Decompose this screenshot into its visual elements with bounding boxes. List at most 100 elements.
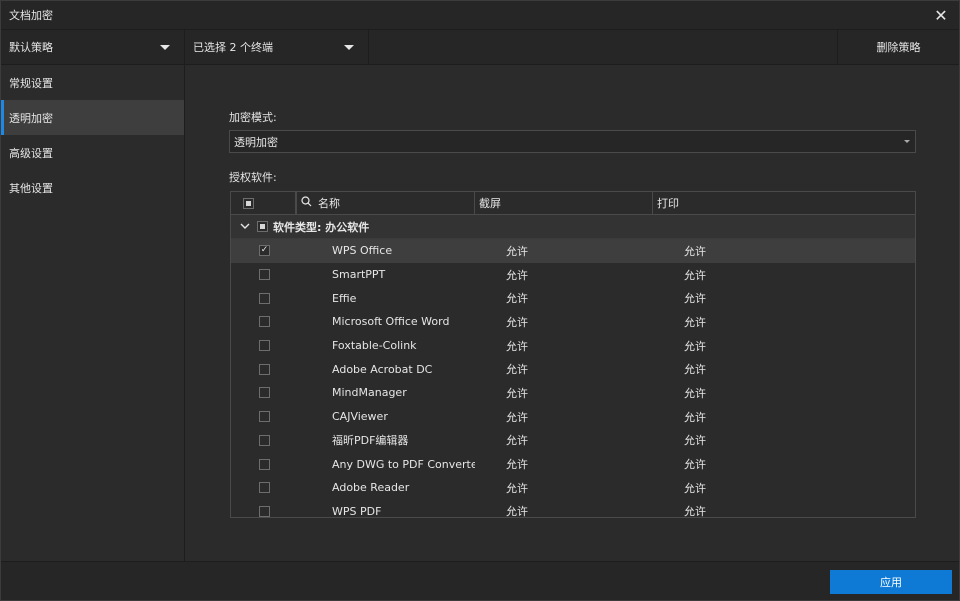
screenshot-permission[interactable]: 允许 bbox=[475, 290, 653, 306]
table-row[interactable]: WPS PDF 允许 允许 bbox=[231, 500, 915, 518]
table-row[interactable]: MindManager 允许 允许 bbox=[231, 381, 915, 405]
group-row-office[interactable]: 软件类型: 办公软件 bbox=[231, 215, 915, 239]
row-checkbox[interactable] bbox=[259, 269, 270, 281]
software-name: Adobe Reader bbox=[332, 481, 410, 495]
caret-down-icon bbox=[160, 45, 170, 50]
table-row[interactable]: SmartPPT 允许 允许 bbox=[231, 263, 915, 287]
sidebar-item-transparent-encryption[interactable]: 透明加密 bbox=[1, 100, 184, 135]
sidebar: 常规设置 透明加密 高级设置 其他设置 bbox=[1, 65, 185, 561]
apply-button[interactable]: 应用 bbox=[830, 570, 952, 594]
title-bar: 文档加密 ✕ bbox=[1, 1, 959, 29]
screenshot-permission[interactable]: 允许 bbox=[475, 243, 653, 259]
print-permission[interactable]: 允许 bbox=[653, 409, 915, 425]
sidebar-item-other[interactable]: 其他设置 bbox=[1, 170, 184, 205]
row-check-cell bbox=[231, 505, 297, 517]
row-check-cell bbox=[231, 292, 297, 304]
table-header: 名称 截屏 打印 bbox=[231, 192, 915, 215]
header-screenshot[interactable]: 截屏 bbox=[475, 192, 653, 214]
row-checkbox[interactable] bbox=[259, 387, 270, 399]
screenshot-permission[interactable]: 允许 bbox=[475, 456, 653, 472]
table-row[interactable]: Any DWG to PDF Converter 允许 允许 bbox=[231, 452, 915, 476]
table-row[interactable]: Adobe Reader 允许 允许 bbox=[231, 476, 915, 500]
table-body: WPS Office允许允许SmartPPT允许允许Effie允许允许Micro… bbox=[231, 239, 915, 518]
policy-dropdown[interactable]: 默认策略 bbox=[1, 30, 185, 64]
print-permission[interactable]: 允许 bbox=[653, 432, 915, 448]
close-glyph: ✕ bbox=[934, 5, 948, 25]
sidebar-item-advanced[interactable]: 高级设置 bbox=[1, 135, 184, 170]
close-icon[interactable]: ✕ bbox=[931, 5, 951, 25]
screenshot-permission[interactable]: 允许 bbox=[475, 267, 653, 283]
sidebar-item-label: 高级设置 bbox=[9, 146, 53, 160]
print-permission[interactable]: 允许 bbox=[653, 503, 915, 517]
table-row[interactable]: Foxtable-Colink 允许 允许 bbox=[231, 334, 915, 358]
table-row[interactable]: WPS Office 允许允许 bbox=[231, 239, 915, 263]
header-spacer-cell bbox=[266, 192, 296, 214]
encryption-mode-label: 加密模式: bbox=[229, 111, 277, 124]
toolbar: 默认策略 已选择 2 个终端 删除策略 bbox=[1, 29, 959, 65]
row-checkbox[interactable] bbox=[259, 434, 270, 446]
table-row[interactable]: Effie 允许 允许 bbox=[231, 286, 915, 310]
print-permission[interactable]: 允许 bbox=[653, 290, 915, 306]
row-checkbox[interactable] bbox=[259, 245, 270, 257]
toolbar-spacer bbox=[369, 30, 838, 64]
caret-down-icon bbox=[344, 45, 354, 50]
table-row[interactable]: Microsoft Office Word 允许 允许 bbox=[231, 310, 915, 334]
print-permission[interactable]: 允许 bbox=[653, 267, 915, 283]
print-permission[interactable]: 允许 bbox=[653, 338, 915, 354]
software-name: Foxtable-Colink bbox=[332, 339, 417, 353]
sidebar-item-label: 常规设置 bbox=[9, 76, 53, 90]
screenshot-permission[interactable]: 允许 bbox=[475, 314, 653, 330]
header-name[interactable]: 名称 bbox=[297, 192, 475, 214]
screenshot-permission[interactable]: 允许 bbox=[475, 432, 653, 448]
terminal-dropdown[interactable]: 已选择 2 个终端 bbox=[185, 30, 369, 64]
software-name: Effie bbox=[332, 291, 357, 305]
header-screenshot-label: 截屏 bbox=[479, 197, 501, 210]
screenshot-permission[interactable]: 允许 bbox=[475, 503, 653, 517]
table-row[interactable]: Adobe Acrobat DC 允许 允许 bbox=[231, 357, 915, 381]
row-checkbox[interactable] bbox=[259, 363, 270, 375]
chevron-down-icon[interactable] bbox=[235, 223, 255, 230]
software-name: CAJViewer bbox=[332, 410, 388, 424]
software-name: Adobe Acrobat DC bbox=[332, 362, 433, 376]
search-icon[interactable] bbox=[301, 196, 312, 210]
table-row[interactable]: 福昕PDF编辑器 允许 允许 bbox=[231, 429, 915, 453]
delete-policy-button[interactable]: 删除策略 bbox=[838, 30, 959, 64]
footer: 应用 bbox=[1, 561, 959, 600]
screenshot-permission[interactable]: 允许 bbox=[475, 409, 653, 425]
screenshot-permission[interactable]: 允许 bbox=[475, 385, 653, 401]
print-permission[interactable]: 允许 bbox=[653, 243, 915, 259]
header-name-label: 名称 bbox=[318, 197, 340, 210]
row-checkbox[interactable] bbox=[259, 482, 270, 494]
print-permission[interactable]: 允许 bbox=[653, 314, 915, 330]
apply-button-label: 应用 bbox=[880, 576, 902, 589]
row-checkbox[interactable] bbox=[259, 340, 270, 352]
sidebar-item-general[interactable]: 常规设置 bbox=[1, 65, 184, 100]
row-checkbox[interactable] bbox=[259, 316, 270, 328]
software-name: SmartPPT bbox=[332, 268, 386, 282]
software-name: WPS PDF bbox=[332, 504, 382, 518]
row-checkbox[interactable] bbox=[259, 292, 270, 304]
print-permission[interactable]: 允许 bbox=[653, 480, 915, 496]
row-check-cell bbox=[231, 434, 297, 446]
table-row[interactable]: CAJViewer 允许 允许 bbox=[231, 405, 915, 429]
screenshot-permission[interactable]: 允许 bbox=[475, 480, 653, 496]
authorized-software-label: 授权软件: bbox=[229, 171, 277, 184]
sidebar-item-label: 其他设置 bbox=[9, 181, 53, 195]
terminal-dropdown-value: 已选择 2 个终端 bbox=[193, 41, 273, 54]
group-checkbox[interactable] bbox=[257, 221, 268, 232]
header-check-cell bbox=[231, 192, 297, 214]
header-print[interactable]: 打印 bbox=[653, 192, 915, 214]
row-checkbox[interactable] bbox=[259, 458, 270, 470]
row-checkbox[interactable] bbox=[259, 505, 270, 517]
software-name: WPS Office bbox=[332, 244, 393, 258]
group-label: 软件类型: 办公软件 bbox=[273, 220, 370, 234]
print-permission[interactable]: 允许 bbox=[653, 361, 915, 377]
print-permission[interactable]: 允许 bbox=[653, 385, 915, 401]
select-all-checkbox[interactable] bbox=[243, 197, 255, 209]
screenshot-permission[interactable]: 允许 bbox=[475, 361, 653, 377]
row-check-cell bbox=[231, 340, 297, 352]
encryption-mode-dropdown[interactable]: 透明加密 bbox=[229, 130, 916, 153]
print-permission[interactable]: 允许 bbox=[653, 456, 915, 472]
screenshot-permission[interactable]: 允许 bbox=[475, 338, 653, 354]
row-checkbox[interactable] bbox=[259, 411, 270, 423]
